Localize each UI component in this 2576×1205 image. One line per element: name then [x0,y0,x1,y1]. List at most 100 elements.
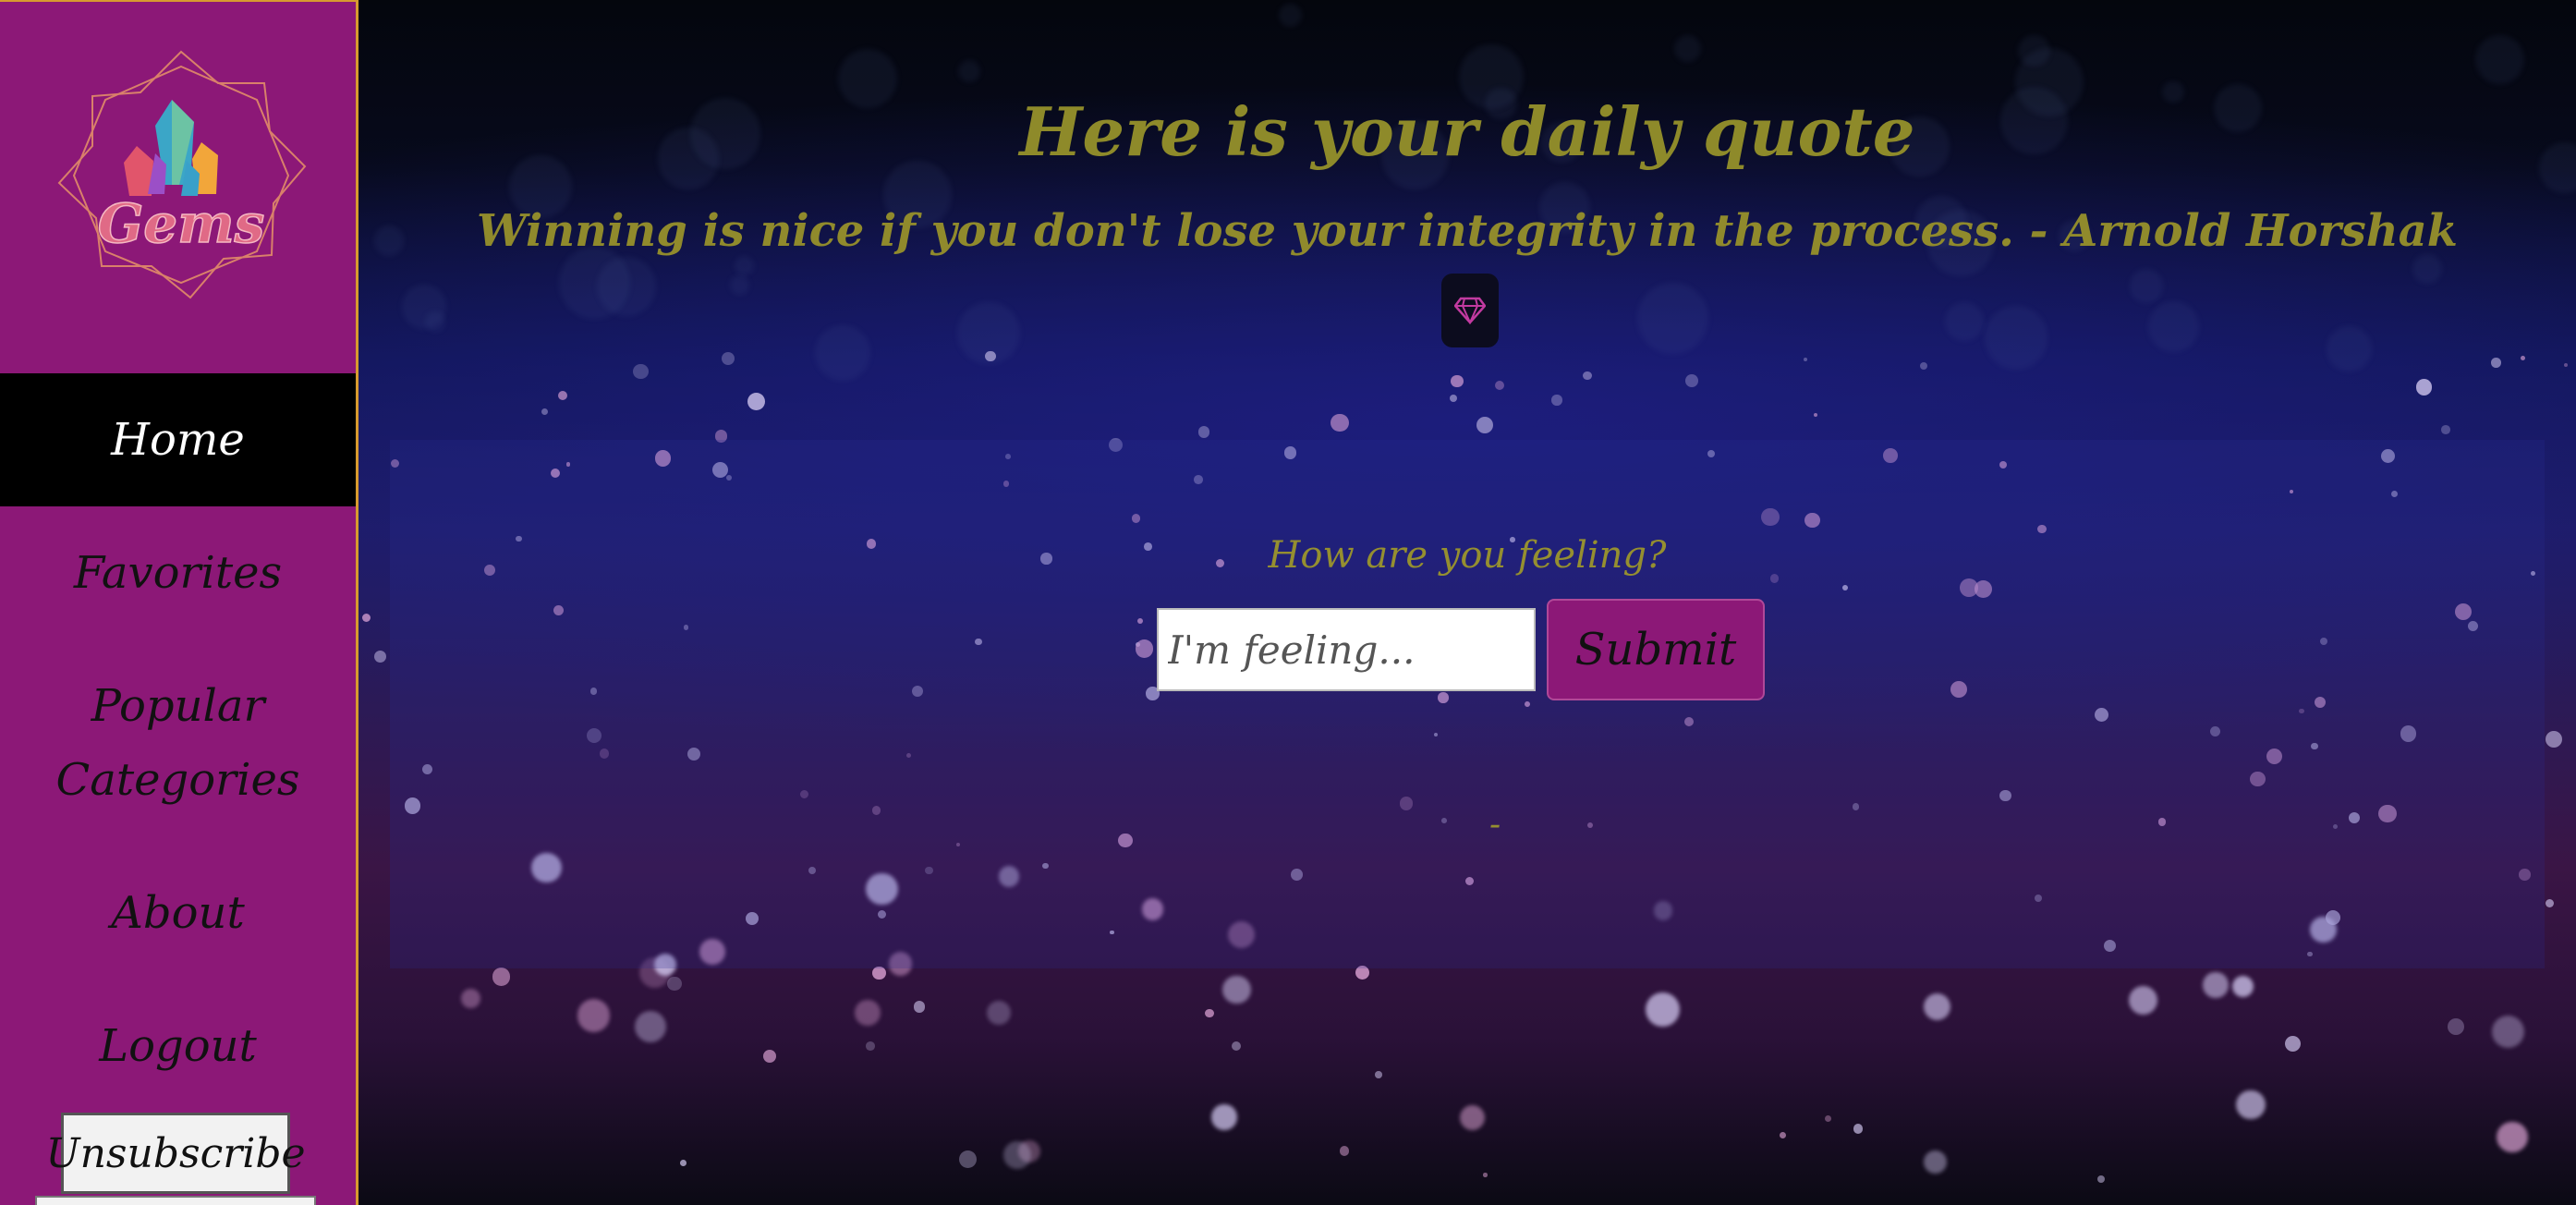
glitter-dot [2231,975,2254,998]
glitter-dot [872,966,886,980]
glitter-dot [680,1160,687,1167]
glitter-dot [1339,1146,1350,1156]
glitter-dot [1684,374,1698,387]
glitter-dot [492,968,511,986]
glitter-dot [2447,1018,2464,1036]
glitter-dot [1222,975,1252,1004]
nav-popular-categories[interactable]: Popular Categories [0,669,356,817]
bokeh-dot [1673,35,1702,63]
unsubscribe-button[interactable]: Unsubscribe [45,1113,306,1194]
favorite-gem-button[interactable] [1441,274,1499,347]
feeling-result: - [1489,806,1501,844]
bokeh-dot [957,301,1020,365]
bokeh-dot [2412,253,2442,284]
glitter-dot [1003,1141,1031,1169]
glitter-dot [1853,1124,1864,1134]
daily-quote: Winning is nice if you don't lose your i… [476,205,2459,257]
glitter-dot [577,999,611,1032]
glitter-dot [762,1049,776,1063]
glitter-dot [2490,357,2501,368]
nav-favorites[interactable]: Favorites [0,536,356,610]
glitter-dot [1804,357,1808,362]
feeling-label: How are you feeling? [1268,534,1667,577]
glitter-dot [1449,394,1458,403]
glitter-dot [1813,412,1817,418]
glitter-dot [855,1000,881,1026]
glitter-dot [913,1001,926,1013]
glitter-dot [1551,395,1562,406]
glitter-dot [1197,426,1209,438]
glitter-dot [557,390,568,401]
diamond-icon [1454,297,1486,324]
bokeh-dot [957,59,980,82]
glitter-dot [2563,362,2568,368]
nav-logout[interactable]: Logout [0,1009,356,1083]
feeling-input[interactable] [1157,608,1536,691]
glitter-dot [2285,1036,2302,1053]
glitter-dot [2415,379,2433,396]
nav-popular-line2: Categories [55,754,300,806]
glitter-dot [1451,375,1464,388]
sidebar-bottom-box [35,1196,316,1205]
glitter-dot [1924,1150,1948,1175]
glitter-dot [1375,1071,1383,1078]
glitter-dot [634,1010,667,1043]
glitter-dot [2096,1175,2105,1184]
bokeh-dot [2129,269,2164,303]
glitter-dot [1460,1104,1486,1130]
feeling-panel [390,440,2545,968]
gems-logo: Gems [57,50,307,299]
glitter-dot [2236,1090,2266,1120]
glitter-dot [2497,1122,2528,1153]
nav-popular-line1: Popular [91,680,265,732]
bokeh-dot [1279,4,1303,28]
sidebar: Gems Home Favorites Popular Categories A… [0,0,358,1205]
glitter-dot [2128,986,2157,1016]
submit-button[interactable]: Submit [1547,599,1765,700]
glitter-dot [1920,362,1928,371]
glitter-dot [633,363,649,380]
glitter-dot [373,650,387,663]
glitter-dot [362,614,371,623]
nav-about[interactable]: About [0,876,356,950]
glitter-dot [2546,730,2563,748]
glitter-dot [747,393,766,411]
bokeh-dot [2148,301,2200,353]
glitter-dot [666,976,682,992]
glitter-dot [1205,1008,1215,1018]
nav-home[interactable]: Home [0,373,356,506]
glitter-dot [1494,380,1504,390]
bokeh-dot [2327,326,2373,372]
page-title: Here is your daily quote [1019,92,1915,171]
glitter-dot [2520,355,2526,361]
glitter-dot [1331,413,1349,432]
glitter-dot [461,989,480,1008]
glitter-dot [2546,898,2555,908]
bokeh-dot [1944,302,1984,342]
glitter-dot [2491,1015,2525,1049]
glitter-dot [1645,992,1680,1027]
logo-text: Gems [98,192,264,255]
glitter-dot [2441,425,2450,435]
main-content: Here is your daily quote Winning is nice… [358,0,2576,1205]
glitter-dot [1483,1173,1488,1177]
glitter-dot [1232,1041,1242,1052]
bokeh-dot [1984,306,2048,370]
bokeh-dot [2474,34,2525,85]
glitter-dot [958,1150,977,1168]
glitter-dot [541,408,549,415]
bokeh-dot [1636,282,1709,354]
glitter-dot [1824,1115,1832,1123]
bokeh-dot [401,284,446,329]
glitter-dot [1779,1132,1786,1139]
glitter-dot [1583,371,1592,380]
bokeh-dot [597,257,657,317]
bokeh-dot [815,325,871,382]
glitter-dot [986,1001,1012,1026]
bokeh-dot [730,275,749,295]
glitter-dot [1923,992,1950,1020]
glitter-dot [1476,416,1494,433]
glitter-dot [1211,1104,1237,1130]
glitter-dot [866,1041,876,1052]
glitter-dot [2203,972,2229,998]
